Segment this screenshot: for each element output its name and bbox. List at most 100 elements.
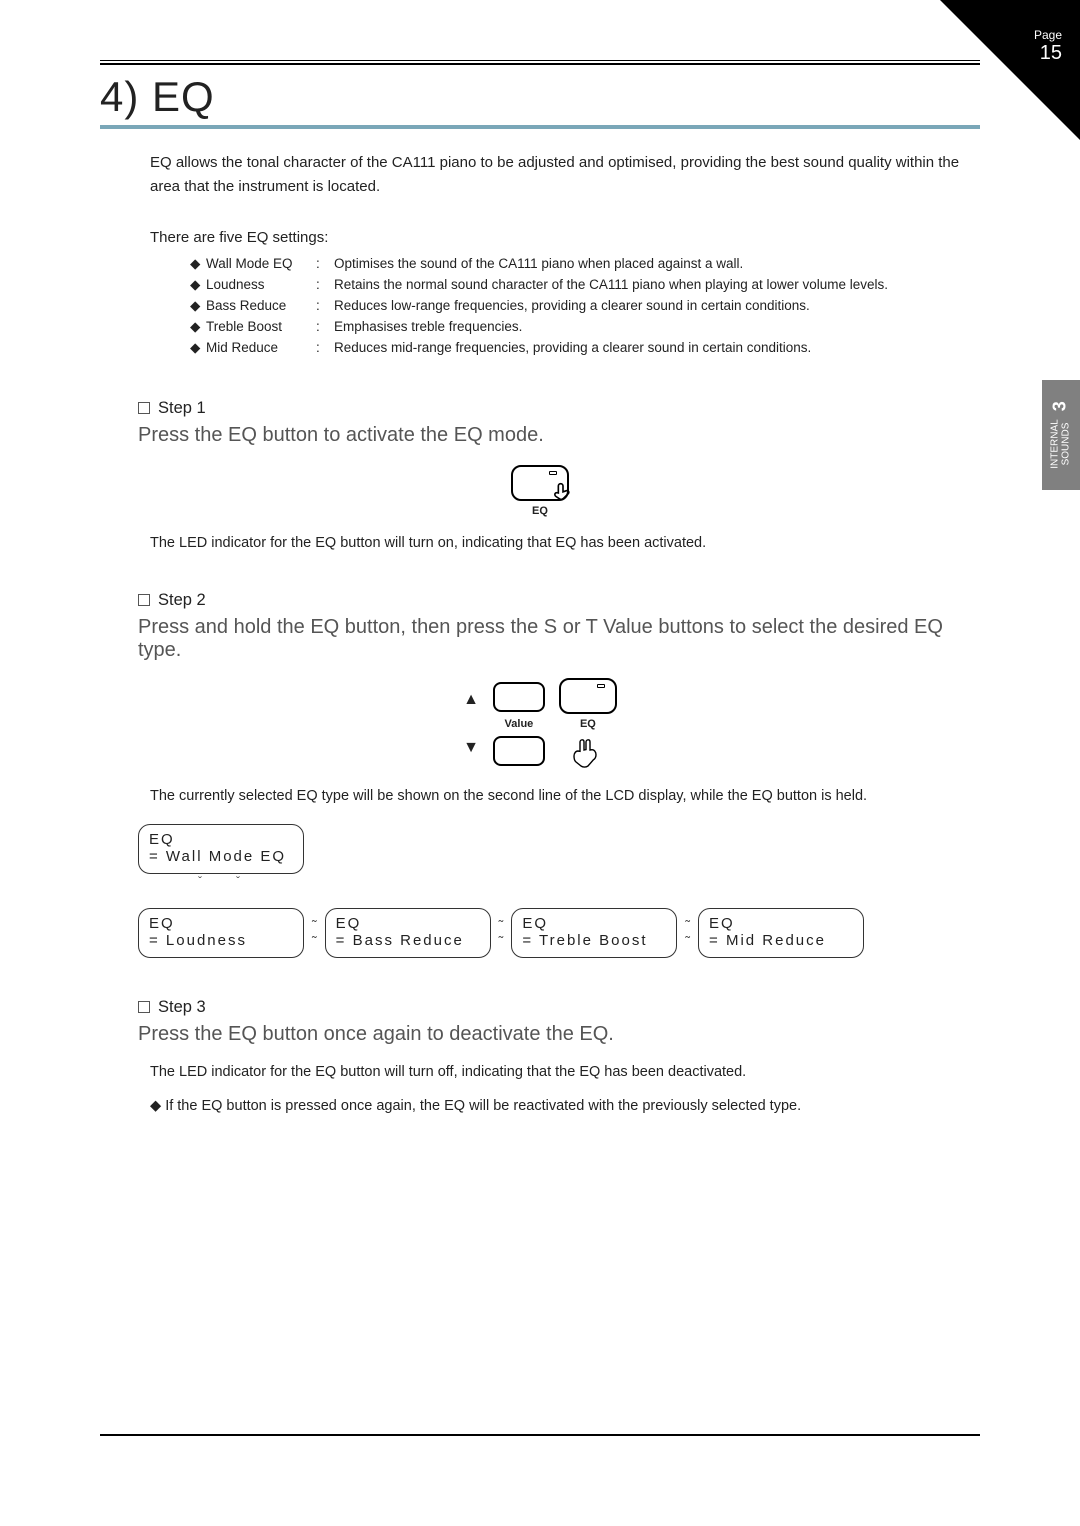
down-arrows-icon: ˇ ˇ <box>198 874 980 888</box>
setting-name: Treble Boost <box>206 317 316 338</box>
step-2-diagram: ▲ ▼ Value EQ <box>100 678 980 770</box>
value-arrows: ▲ ▼ <box>463 691 479 757</box>
lcd-top-wrap: EQ = Wall Mode EQ ˇ ˇ <box>138 824 980 888</box>
lcd-separator: ˜˜ <box>310 917 319 949</box>
setting-desc: Optimises the sound of the CA111 piano w… <box>334 254 980 275</box>
step-2: Step 2 Press and hold the EQ button, the… <box>100 591 980 958</box>
step-1-label: Step 1 <box>138 399 980 418</box>
lcd-separator: ˜˜ <box>683 917 692 949</box>
side-tab-section: 3 <box>1051 401 1071 411</box>
lcd-row: EQ = Loudness ˜˜ EQ = Bass Reduce ˜˜ EQ … <box>138 908 980 958</box>
step-1-note: The LED indicator for the EQ button will… <box>150 535 980 551</box>
checkbox-icon <box>138 1001 150 1013</box>
checkbox-icon <box>138 402 150 414</box>
step-3-bullet: ◆ If the EQ button is pressed once again… <box>150 1098 980 1114</box>
setting-desc: Reduces mid-range frequencies, providing… <box>334 338 980 359</box>
setting-row: ◆ Bass Reduce : Reduces low-range freque… <box>190 296 980 317</box>
intro-paragraph: EQ allows the tonal character of the CA1… <box>150 151 980 199</box>
value-label: Value <box>505 718 534 730</box>
step-1-diagram: EQ <box>100 465 980 517</box>
side-tab-line2: SOUNDS <box>1061 419 1072 468</box>
step-2-label-text: Step 2 <box>158 591 206 610</box>
page-label: Page <box>1034 28 1062 42</box>
step-3-instruction: Press the EQ button once again to deacti… <box>138 1023 980 1046</box>
press-hand-icon <box>549 479 577 507</box>
setting-name: Bass Reduce <box>206 296 316 317</box>
colon: : <box>316 338 334 359</box>
page-title: 4) EQ <box>100 67 980 125</box>
step-1: Step 1 Press the EQ button to activate t… <box>100 399 980 551</box>
setting-desc: Emphasises treble frequencies. <box>334 317 980 338</box>
lcd-line1: EQ <box>522 915 666 932</box>
side-tab: INTERNAL SOUNDS 3 <box>1042 380 1080 490</box>
lcd-line1: EQ <box>336 915 480 932</box>
side-tab-inner: INTERNAL SOUNDS 3 <box>1050 401 1072 468</box>
settings-list: ◆ Wall Mode EQ : Optimises the sound of … <box>190 254 980 359</box>
lcd-line1: EQ <box>149 915 293 932</box>
diamond-icon: ◆ <box>190 338 206 359</box>
setting-name: Mid Reduce <box>206 338 316 359</box>
step-3-bullet-text: If the EQ button is pressed once again, … <box>165 1098 801 1114</box>
value-down-button <box>493 736 545 766</box>
step-1-instruction: Press the EQ button to activate the EQ m… <box>138 424 980 447</box>
setting-row: ◆ Wall Mode EQ : Optimises the sound of … <box>190 254 980 275</box>
eq-button-group: EQ <box>559 678 617 770</box>
step-2-instruction: Press and hold the EQ button, then press… <box>138 616 980 662</box>
lcd-line1: EQ <box>709 915 853 932</box>
header-block: 4) EQ <box>100 63 980 129</box>
down-arrow-icon: ▼ <box>463 739 479 757</box>
step-3-label-text: Step 3 <box>158 998 206 1017</box>
page-number: 15 <box>1034 42 1062 65</box>
lcd-display: EQ = Treble Boost <box>511 908 677 958</box>
lcd-line2: = Treble Boost <box>522 932 666 949</box>
lcd-display: EQ = Loudness <box>138 908 304 958</box>
hold-hand-icon <box>568 734 608 770</box>
setting-name: Loudness <box>206 275 316 296</box>
page-corner: Page 15 <box>940 0 1080 140</box>
step-3: Step 3 Press the EQ button once again to… <box>100 998 980 1114</box>
step-3-note: The LED indicator for the EQ button will… <box>150 1064 980 1080</box>
colon: : <box>316 254 334 275</box>
diamond-icon: ◆ <box>190 254 206 275</box>
lcd-line2: = Wall Mode EQ <box>149 848 293 865</box>
step-1-label-text: Step 1 <box>158 399 206 418</box>
colon: : <box>316 296 334 317</box>
lcd-display: EQ = Wall Mode EQ <box>138 824 304 874</box>
lcd-separator: ˜˜ <box>497 917 506 949</box>
led-icon <box>597 684 605 688</box>
diamond-icon: ◆ <box>190 275 206 296</box>
lcd-line2: = Bass Reduce <box>336 932 480 949</box>
eq-button-illustration: EQ <box>511 465 569 517</box>
diamond-icon: ◆ <box>150 1098 161 1114</box>
led-icon <box>549 471 557 475</box>
colon: : <box>316 275 334 296</box>
lcd-line2: = Loudness <box>149 932 293 949</box>
settings-lead: There are five EQ settings: <box>150 229 980 246</box>
setting-row: ◆ Treble Boost : Emphasises treble frequ… <box>190 317 980 338</box>
lcd-display: EQ = Mid Reduce <box>698 908 864 958</box>
setting-row: ◆ Loudness : Retains the normal sound ch… <box>190 275 980 296</box>
value-up-button <box>493 682 545 712</box>
up-arrow-icon: ▲ <box>463 691 479 709</box>
diamond-icon: ◆ <box>190 296 206 317</box>
page-number-block: Page 15 <box>1034 28 1062 65</box>
page: Page 15 INTERNAL SOUNDS 3 4) EQ EQ allow… <box>0 0 1080 1526</box>
step-2-note: The currently selected EQ type will be s… <box>150 788 980 804</box>
step-2-label: Step 2 <box>138 591 980 610</box>
setting-name: Wall Mode EQ <box>206 254 316 275</box>
lcd-line1: EQ <box>149 831 293 848</box>
eq-label: EQ <box>580 718 596 730</box>
setting-desc: Reduces low-range frequencies, providing… <box>334 296 980 317</box>
page-corner-shape <box>940 0 1080 140</box>
lcd-line2: = Mid Reduce <box>709 932 853 949</box>
setting-desc: Retains the normal sound character of th… <box>334 275 980 296</box>
lcd-display: EQ = Bass Reduce <box>325 908 491 958</box>
diamond-icon: ◆ <box>190 317 206 338</box>
eq-button-outline <box>559 678 617 714</box>
side-tab-line1: INTERNAL <box>1050 419 1061 468</box>
bottom-rule <box>100 1434 980 1436</box>
value-buttons: Value <box>493 682 545 766</box>
setting-row: ◆ Mid Reduce : Reduces mid-range frequen… <box>190 338 980 359</box>
eq-button-label: EQ <box>532 505 548 517</box>
step-3-label: Step 3 <box>138 998 980 1017</box>
